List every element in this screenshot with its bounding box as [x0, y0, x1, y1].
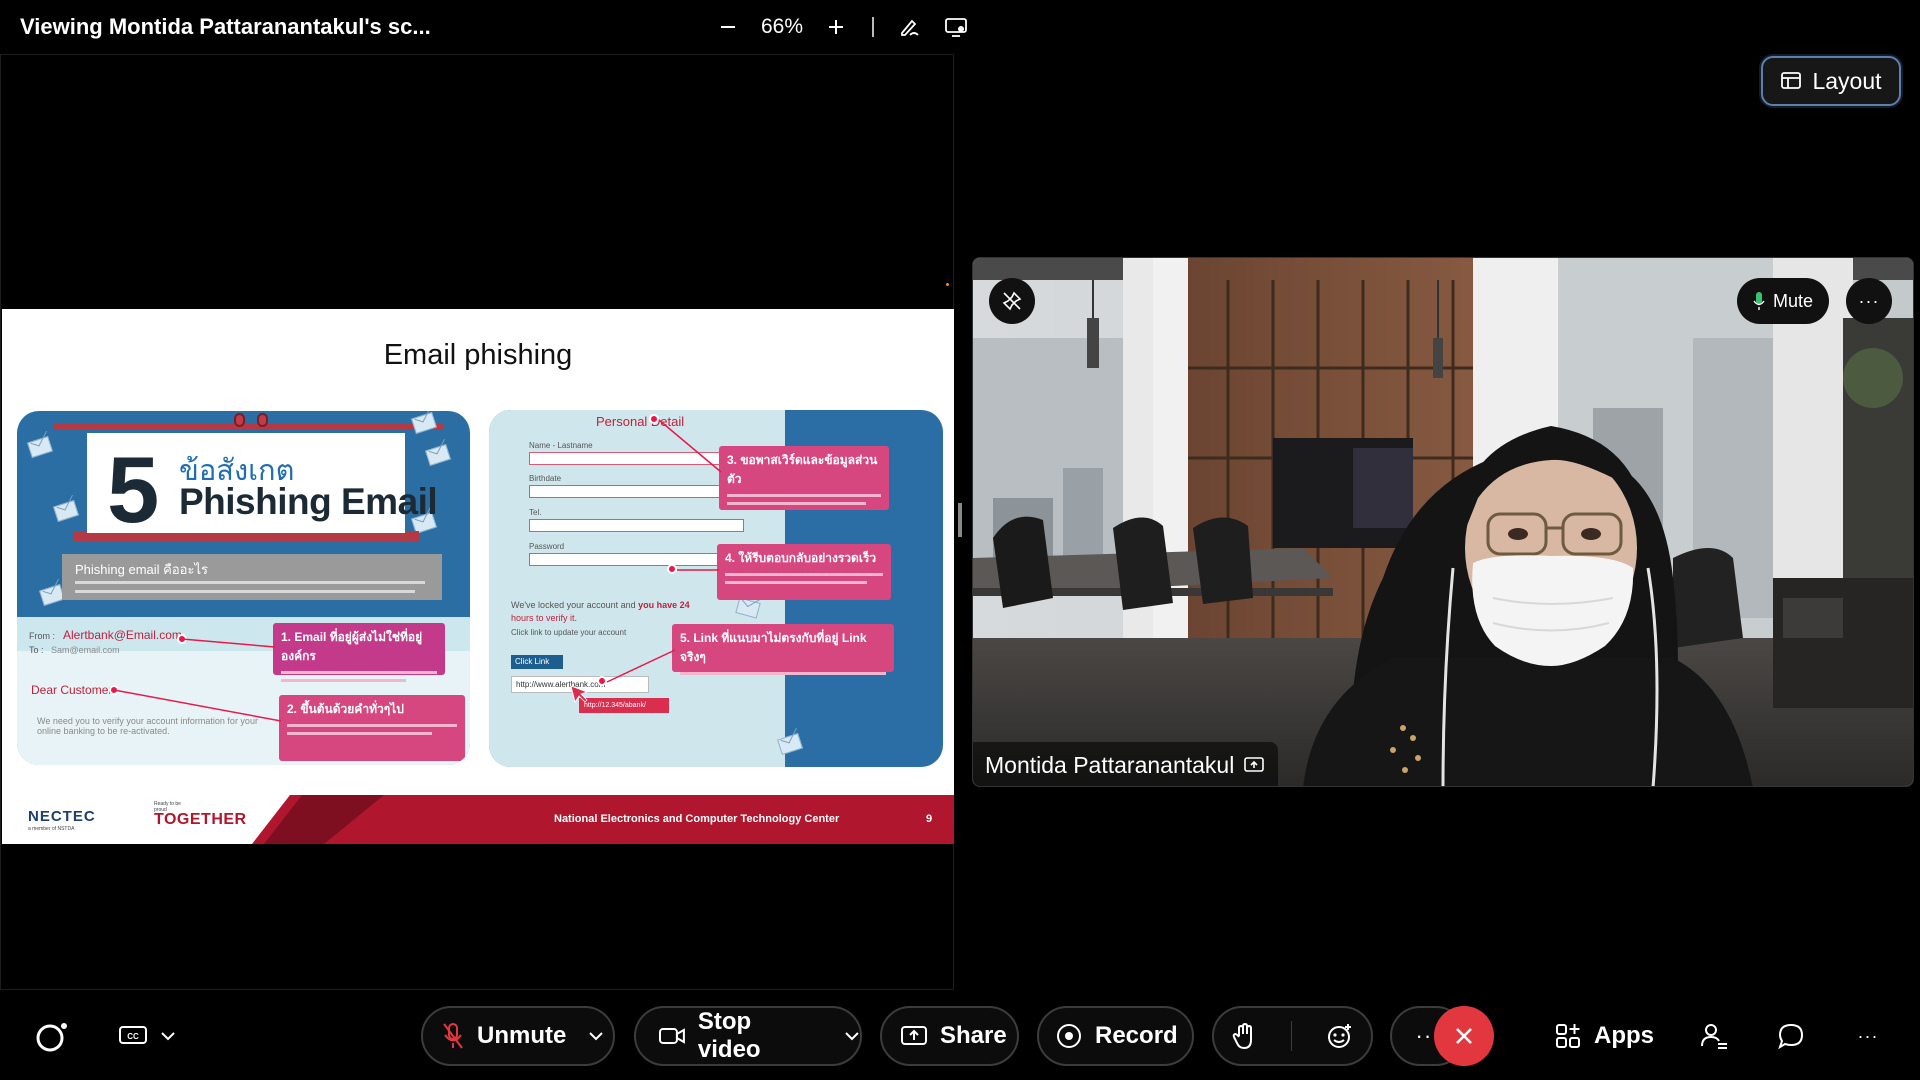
nectec-logo: NECTEC — [28, 808, 96, 825]
participant-name: Montida Pattaranantakul — [985, 751, 1235, 778]
share-button[interactable]: Share — [880, 1006, 1019, 1066]
together-logo: TOGETHER — [154, 811, 247, 828]
zoom-level: 66% — [760, 15, 804, 38]
video-camera-icon — [658, 1028, 685, 1044]
raise-hand-icon — [1232, 1022, 1252, 1050]
zoom-out-button[interactable] — [712, 11, 744, 43]
reactions-button[interactable] — [1326, 1022, 1354, 1050]
slide-footer: NECTEC a member of NSTDA Ready to be pro… — [2, 795, 954, 844]
sharing-screen-icon — [1244, 757, 1265, 772]
chevron-down-icon — [845, 1032, 859, 1041]
stop-video-button[interactable]: Stop video — [634, 1006, 862, 1066]
layout-icon — [1781, 72, 1802, 89]
unpin-video-button[interactable] — [989, 278, 1035, 324]
ai-assistant-icon — [36, 1023, 67, 1052]
connector-lines — [113, 638, 282, 722]
header-divider — [872, 17, 874, 37]
leave-meeting-icon — [1456, 1028, 1472, 1044]
share-screen-icon — [901, 1026, 927, 1045]
screen-share-view-icon — [945, 18, 967, 37]
unmute-button[interactable]: Unmute — [421, 1006, 615, 1066]
meeting-toolbar: CC Unmute Stop video Share Record ··· Ap… — [0, 990, 1920, 1080]
panel-resize-handle[interactable] — [958, 503, 962, 537]
chat-icon — [1778, 1023, 1804, 1050]
share-title: Viewing Montida Pattaranantakul's sc... — [20, 14, 431, 39]
apps-icon — [1556, 1024, 1580, 1048]
participants-icon — [1701, 1024, 1727, 1049]
record-button[interactable]: Record — [1037, 1006, 1194, 1066]
slide-page-number: 9 — [926, 813, 933, 825]
slide-title: Email phishing — [383, 339, 573, 371]
organization-name: National Electronics and Computer Techno… — [554, 813, 840, 825]
mute-participant-button[interactable]: Mute — [1737, 278, 1829, 324]
phishing-tips-card: 5 ข้อสังเกต Phishing Email Phishing emai… — [17, 411, 470, 765]
zoom-in-button[interactable] — [820, 11, 852, 43]
participant-more-button[interactable]: ··· — [1846, 278, 1892, 324]
chevron-down-icon — [589, 1032, 604, 1041]
annotate-button[interactable] — [894, 11, 926, 43]
plus-icon — [829, 20, 843, 34]
leave-meeting-button[interactable] — [1434, 1006, 1494, 1066]
stop-video-label: Stop video — [697, 1008, 761, 1063]
muted-microphone-icon — [443, 1023, 463, 1049]
layout-button[interactable]: Layout — [1761, 56, 1901, 106]
zoom-controls: 66% — [712, 10, 972, 44]
reactions-icon — [1328, 1024, 1351, 1048]
layout-button-label: Layout — [1812, 67, 1882, 94]
closed-captions-button[interactable]: CC — [112, 1006, 182, 1066]
nectec-subtitle: a member of NSTDA — [28, 826, 75, 832]
presentation-slide: Email phishing 5 ข้อสังเกต Phishing Emai… — [2, 309, 954, 844]
share-label: Share — [940, 1022, 1007, 1049]
reactions-divider — [1291, 1021, 1292, 1051]
minus-icon — [721, 26, 735, 28]
record-icon — [1057, 1024, 1081, 1048]
participant-video-tile[interactable]: Mute ··· Montida Pattaranantakul — [972, 257, 1914, 787]
video-frame — [973, 258, 1913, 786]
raise-hand-button[interactable] — [1231, 1022, 1257, 1050]
unmute-label: Unmute — [477, 1022, 567, 1049]
mute-participant-label: Mute — [1772, 290, 1814, 311]
shared-screen-area[interactable]: Email phishing 5 ข้อสังเกต Phishing Emai… — [0, 54, 954, 990]
apps-button[interactable]: Apps — [1546, 1006, 1662, 1066]
cursor-marker — [946, 283, 949, 286]
overflow-menu-button[interactable]: ··· — [1850, 1006, 1886, 1066]
microphone-icon — [1753, 292, 1765, 310]
chat-button[interactable] — [1774, 1006, 1808, 1066]
connector-lines — [570, 419, 722, 703]
screen-view-button[interactable] — [940, 11, 972, 43]
reactions-group — [1212, 1006, 1373, 1066]
closed-captions-icon: CC — [119, 1026, 147, 1044]
record-label: Record — [1095, 1022, 1178, 1049]
participant-name-tag: Montida Pattaranantakul — [973, 742, 1279, 786]
participants-button[interactable] — [1696, 1006, 1732, 1066]
ai-assistant-button[interactable] — [30, 1006, 74, 1066]
svg-text:CC: CC — [127, 1032, 139, 1041]
chevron-down-icon — [161, 1032, 175, 1041]
unpin-icon — [1002, 291, 1022, 311]
annotate-pen-icon — [901, 19, 919, 36]
share-header: Viewing Montida Pattaranantakul's sc... … — [0, 0, 967, 54]
apps-label: Apps — [1594, 1022, 1654, 1049]
phishing-form-card: Personal Detail Name - Lastname Birthdat… — [489, 410, 943, 767]
